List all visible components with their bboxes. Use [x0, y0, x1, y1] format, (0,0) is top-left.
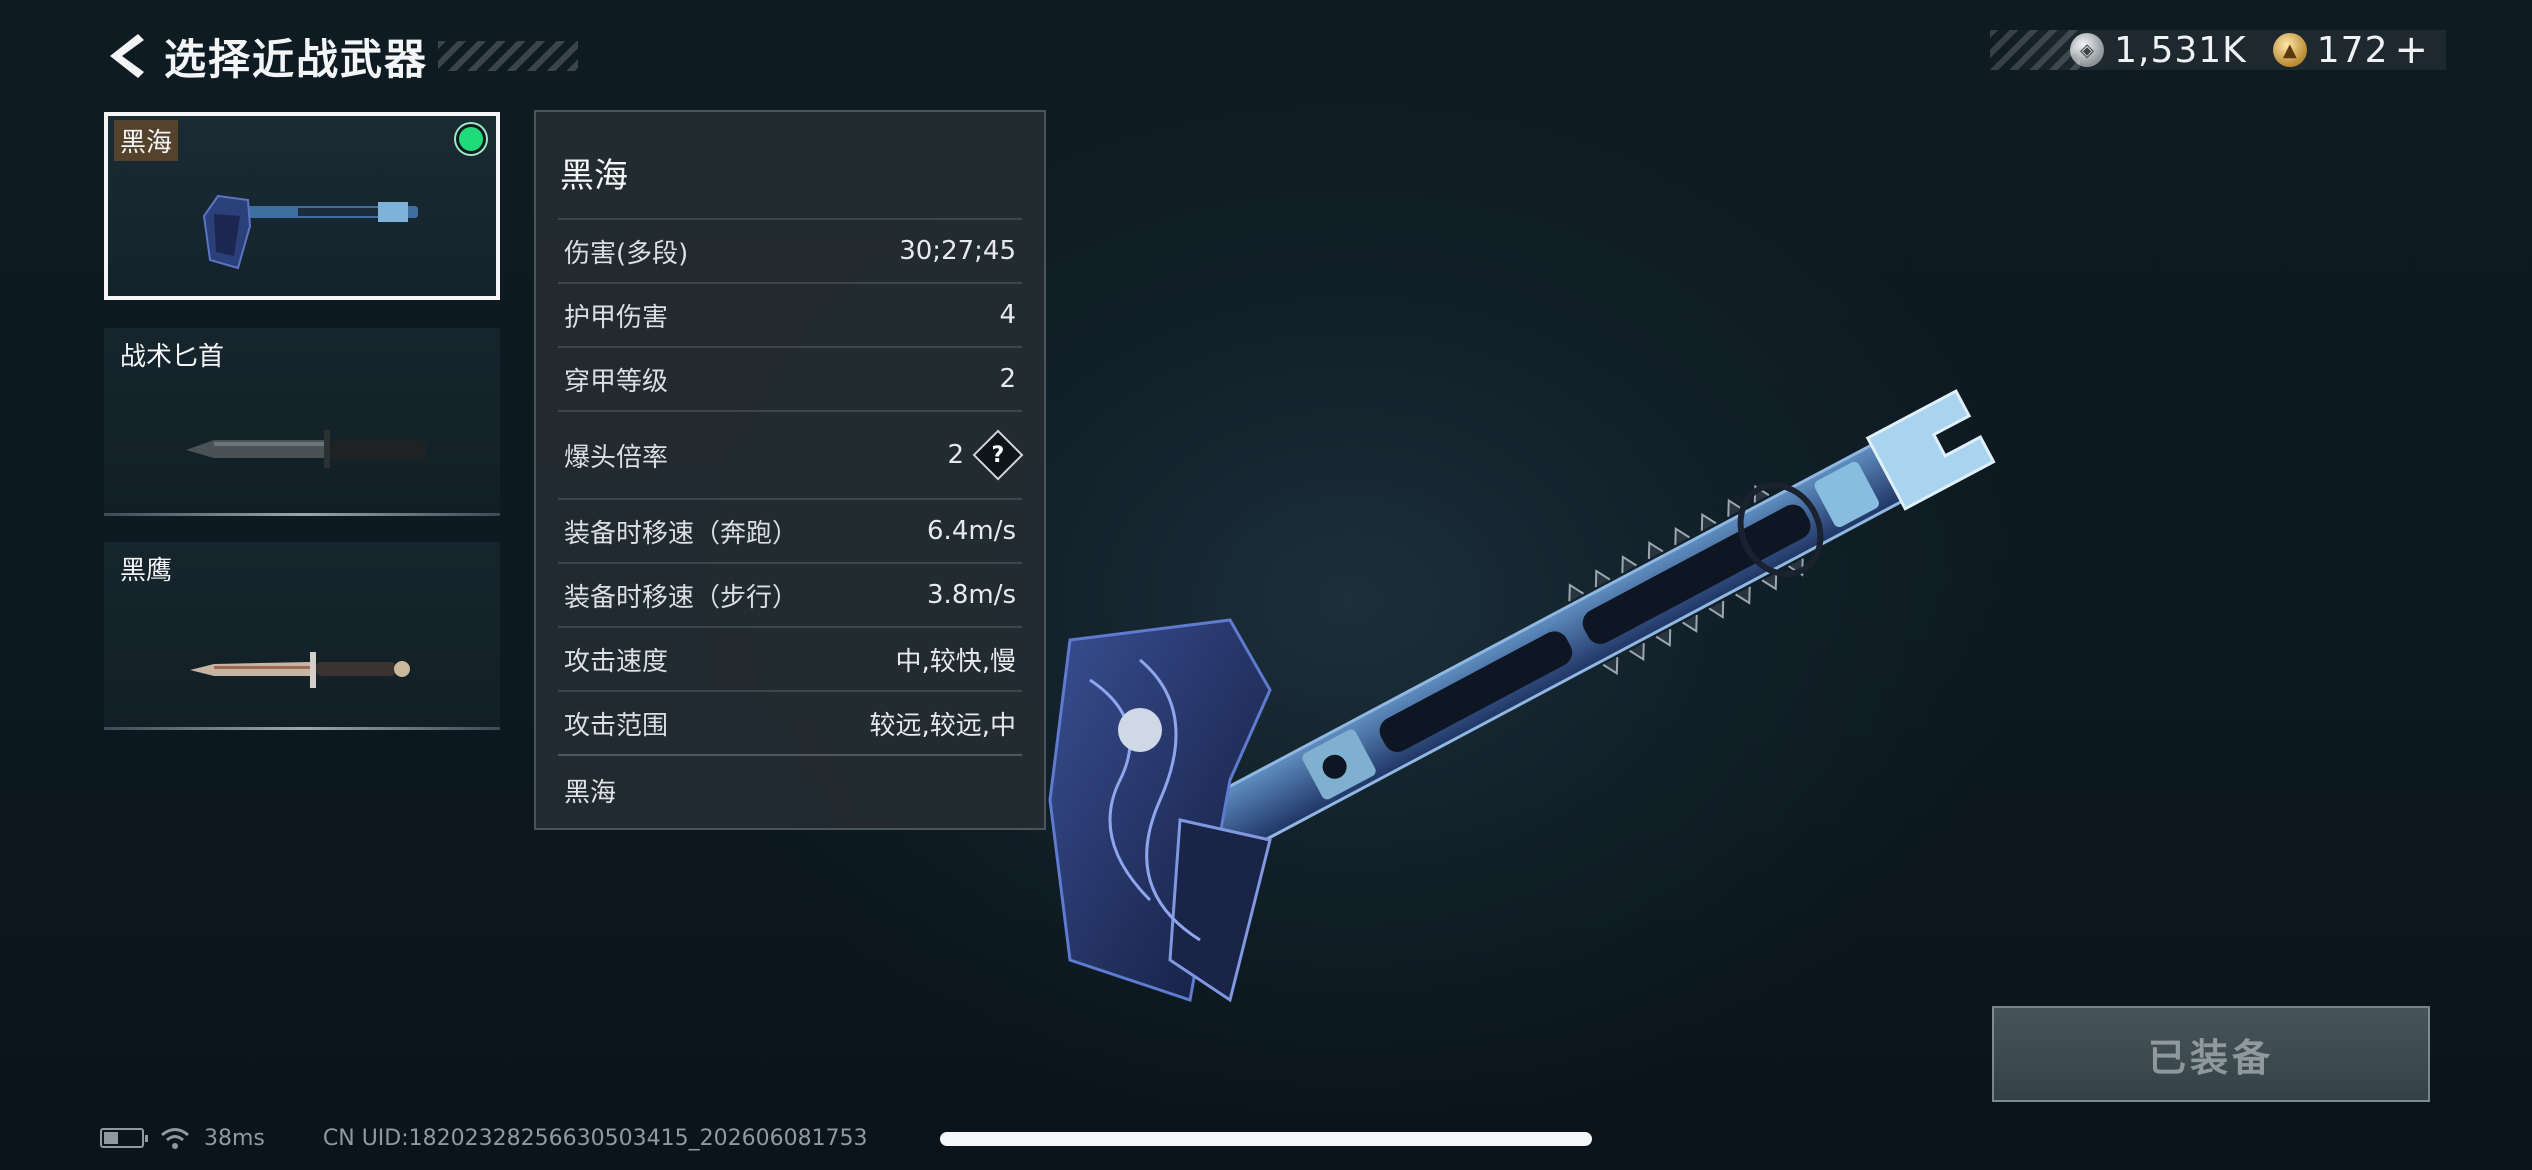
battery-icon	[100, 1128, 148, 1148]
header: 选择近战武器	[100, 28, 579, 84]
stat-value: 3.8m/s	[927, 580, 1016, 610]
help-glyph: ?	[991, 442, 1005, 468]
dagger-thumbnail	[190, 652, 410, 688]
equip-button[interactable]: 已装备	[1992, 1006, 2430, 1102]
stats-title: 黑海	[560, 156, 628, 196]
gold-currency: ▲ 172 +	[2272, 27, 2428, 73]
stat-label: 爆头倍率	[564, 442, 669, 473]
stat-label: 装备时移速（步行）	[564, 582, 799, 613]
stat-label: 攻击范围	[564, 710, 669, 741]
stat-row-penetration: 穿甲等级 2	[558, 346, 1022, 410]
stat-label: 伤害(多段)	[564, 238, 689, 269]
currency-bar: ◈ 1,531K ▲ 172 +	[1990, 27, 2446, 73]
home-indicator[interactable]	[940, 1132, 1592, 1146]
back-button[interactable]	[100, 28, 152, 84]
weapon-card-tactical-knife[interactable]: 战术匕首	[104, 328, 500, 516]
stat-label: 护甲伤害	[564, 302, 669, 333]
stat-value: 中,较快,慢	[895, 646, 1016, 677]
weapon-card-heihai[interactable]: 黑海	[104, 112, 500, 300]
stat-label: 装备时移速（奔跑）	[564, 518, 799, 549]
stat-value: 较远,较远,中	[869, 710, 1016, 741]
stat-value: 6.4m/s	[927, 516, 1016, 546]
silver-currency: ◈ 1,531K	[2070, 30, 2247, 71]
silver-amount: 1,531K	[2114, 29, 2247, 71]
axe-thumbnail	[202, 194, 418, 270]
stat-value-group: 2 ?	[947, 429, 1024, 481]
stat-row-headshot: 爆头倍率 2 ?	[558, 410, 1024, 498]
stat-row-armor-damage: 护甲伤害 4	[558, 282, 1022, 346]
knife-thumbnail	[186, 430, 426, 468]
wifi-icon	[161, 1128, 189, 1149]
weapon-card-label: 黑海	[114, 120, 179, 161]
weapon-stats-panel: 黑海 伤害(多段) 30;27;45 护甲伤害 4 穿甲等级 2 爆头倍率 2 …	[534, 110, 1046, 830]
equip-button-label: 已装备	[2147, 1035, 2274, 1080]
add-currency-button[interactable]: +	[2394, 27, 2428, 73]
user-uid: CN UID:18202328256630503415_202606081753	[322, 1125, 868, 1151]
stat-value: 4	[999, 300, 1016, 330]
stat-row-run-speed: 装备时移速（奔跑） 6.4m/s	[558, 498, 1022, 562]
help-icon[interactable]: ?	[972, 429, 1024, 481]
stat-value: 2	[999, 364, 1016, 394]
title-decoration	[438, 41, 579, 71]
stat-row-walk-speed: 装备时移速（步行） 3.8m/s	[558, 562, 1022, 626]
stat-value: 2	[947, 440, 964, 470]
stat-row-attack-speed: 攻击速度 中,较快,慢	[558, 626, 1022, 690]
ping-value: 38ms	[204, 1125, 265, 1151]
stat-label: 攻击速度	[564, 646, 669, 677]
stat-row-attack-range: 攻击范围 较远,较远,中	[558, 690, 1022, 754]
page-title: 选择近战武器	[164, 34, 429, 84]
stat-row-damage: 伤害(多段) 30;27;45	[558, 218, 1022, 282]
stat-label: 穿甲等级	[564, 366, 669, 397]
stat-value: 30;27;45	[899, 236, 1016, 266]
weapon-card-label: 黑鹰	[120, 556, 173, 586]
status-bar: 38ms CN UID:18202328256630503415_2026060…	[100, 1120, 868, 1156]
weapon-preview-image[interactable]	[1030, 260, 2070, 1040]
equipped-indicator-icon	[456, 124, 486, 154]
gold-coin-icon: ▲	[2272, 33, 2307, 67]
gold-amount: 172	[2316, 29, 2389, 71]
weapon-card-heiying[interactable]: 黑鹰	[104, 542, 500, 730]
skin-name: 黑海	[558, 754, 1022, 824]
currency-decoration	[1990, 30, 2080, 70]
stats-list: 伤害(多段) 30;27;45 护甲伤害 4 穿甲等级 2 爆头倍率 2 ? 装…	[558, 218, 1024, 824]
chevron-left-icon	[110, 34, 144, 78]
